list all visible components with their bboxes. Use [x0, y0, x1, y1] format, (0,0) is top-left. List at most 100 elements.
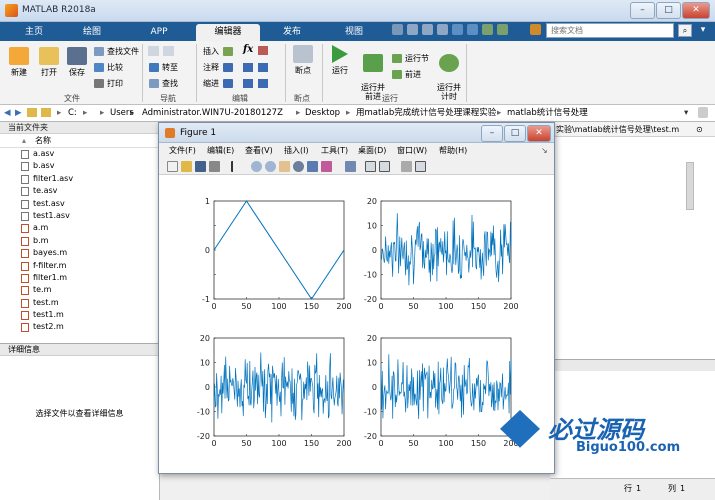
pointer-icon[interactable] — [231, 161, 242, 172]
breakpoints-button[interactable]: 断点 — [290, 45, 316, 76]
file-item[interactable]: te.asv — [0, 185, 159, 197]
file-item[interactable]: test2.m — [0, 321, 159, 333]
figure-close-button[interactable]: ✕ — [527, 125, 551, 142]
open-button[interactable]: 打开 — [36, 47, 62, 78]
comment-button[interactable]: 注释 — [203, 62, 236, 74]
search-folder-icon[interactable] — [698, 107, 708, 118]
percent-icon[interactable] — [243, 63, 253, 72]
decrease-indent-icon[interactable] — [258, 79, 268, 88]
file-item[interactable]: bayes.m — [0, 247, 159, 259]
file-item[interactable]: test.m — [0, 297, 159, 309]
legend-icon[interactable] — [379, 161, 390, 172]
path-segment[interactable]: Administrator.WIN7U-20180127Z — [142, 105, 283, 121]
file-item[interactable]: f-filter.m — [0, 260, 159, 272]
find-files-button[interactable]: 查找文件 — [94, 46, 139, 58]
tab-plots[interactable]: 绘图 — [62, 24, 122, 41]
save-button[interactable]: 保存 — [64, 47, 90, 78]
browse-folder-icon[interactable] — [41, 108, 51, 117]
figure-minimize-button[interactable]: – — [481, 125, 503, 142]
minimize-button[interactable]: – — [630, 2, 655, 19]
show-tools-icon[interactable] — [415, 161, 426, 172]
back-nav-icon[interactable]: ◀ — [4, 105, 11, 121]
insert-button[interactable]: 插入 — [203, 46, 236, 58]
wrap-icon[interactable] — [258, 63, 268, 72]
file-item[interactable]: a.asv — [0, 148, 159, 160]
menu-desktop[interactable]: 桌面(D) — [358, 143, 386, 158]
zoom-out-icon[interactable] — [265, 161, 276, 172]
fx-icon[interactable]: fx — [243, 44, 253, 55]
menu-tools[interactable]: 工具(T) — [321, 143, 348, 158]
redo-icon[interactable] — [467, 24, 478, 35]
file-item[interactable]: test1.asv — [0, 210, 159, 222]
forward-arrow-icon[interactable] — [163, 46, 174, 56]
path-segment[interactable]: 用matlab完成统计信号处理课程实验 — [356, 105, 496, 121]
path-segment[interactable]: Users — [110, 105, 134, 121]
panel-menu-icon[interactable]: ⊙ — [696, 125, 703, 134]
new-button[interactable]: 新建 — [6, 47, 32, 78]
dock-arrow-icon[interactable]: ↘ — [541, 143, 548, 158]
file-item[interactable]: te.m — [0, 284, 159, 296]
menu-file[interactable]: 文件(F) — [169, 143, 196, 158]
file-item[interactable]: filter1.m — [0, 272, 159, 284]
save-quick-icon[interactable] — [392, 24, 403, 35]
brush-icon[interactable] — [321, 161, 332, 172]
paste-icon[interactable] — [437, 24, 448, 35]
help-icon[interactable] — [530, 24, 541, 35]
goto-button[interactable]: 转至 — [149, 62, 178, 74]
open-file-icon[interactable] — [181, 161, 192, 172]
insert-function-icon[interactable] — [258, 46, 268, 55]
run-button[interactable]: 运行 — [328, 45, 352, 76]
path-segment[interactable]: matlab统计信号处理 — [507, 105, 588, 121]
compare-button[interactable]: 比较 — [94, 62, 123, 74]
undo-icon[interactable] — [452, 24, 463, 35]
copy-icon[interactable] — [422, 24, 433, 35]
menu-insert[interactable]: 插入(I) — [284, 143, 309, 158]
advance-button[interactable]: 前进 — [392, 69, 421, 81]
run-time-button[interactable]: 运行并 计时 — [436, 45, 462, 101]
cut-icon[interactable] — [407, 24, 418, 35]
file-item[interactable]: test1.m — [0, 309, 159, 321]
file-item[interactable]: b.asv — [0, 160, 159, 172]
file-item[interactable]: a.m — [0, 222, 159, 234]
figure-maximize-button[interactable]: □ — [504, 125, 526, 142]
zoom-in-icon[interactable] — [251, 161, 262, 172]
maximize-button[interactable]: □ — [656, 2, 681, 19]
path-dropdown-icon[interactable]: ▾ — [684, 105, 688, 121]
indent-button[interactable]: 缩进 — [203, 78, 236, 90]
tab-apps[interactable]: APP — [126, 24, 192, 41]
print-button[interactable]: 打印 — [94, 78, 123, 90]
path-segment[interactable]: Desktop — [305, 105, 340, 121]
menu-edit[interactable]: 编辑(E) — [207, 143, 234, 158]
back-arrow-icon[interactable] — [148, 46, 159, 56]
tab-publish[interactable]: 发布 — [262, 24, 322, 41]
run-section-button[interactable]: 运行节 — [392, 53, 429, 65]
file-item[interactable]: test.asv — [0, 198, 159, 210]
colorbar-icon[interactable] — [365, 161, 376, 172]
pan-icon[interactable] — [279, 161, 290, 172]
data-cursor-icon[interactable] — [307, 161, 318, 172]
rotate-icon[interactable] — [293, 161, 304, 172]
new-figure-icon[interactable] — [167, 161, 178, 172]
file-item[interactable]: filter1.asv — [0, 173, 159, 185]
menu-view[interactable]: 查看(V) — [245, 143, 273, 158]
expand-arrow-icon[interactable]: ▾ — [696, 24, 710, 37]
folder-up-icon[interactable] — [27, 108, 37, 117]
print-figure-icon[interactable] — [209, 161, 220, 172]
menu-help[interactable]: 帮助(H) — [439, 143, 467, 158]
forward-nav-icon[interactable]: ▶ — [15, 105, 22, 121]
menu-window[interactable]: 窗口(W) — [397, 143, 427, 158]
search-icon[interactable]: ⌕ — [678, 24, 692, 37]
column-header[interactable]: ▴ 名称 — [0, 134, 159, 148]
tab-view[interactable]: 视图 — [324, 24, 384, 41]
hide-tools-icon[interactable] — [401, 161, 412, 172]
file-item[interactable]: b.m — [0, 235, 159, 247]
switch-windows-icon[interactable] — [482, 24, 493, 35]
layout-icon[interactable] — [497, 24, 508, 35]
find-button[interactable]: 查找 — [149, 78, 178, 90]
tab-home[interactable]: 主页 — [8, 24, 60, 41]
vertical-scrollbar[interactable] — [686, 162, 694, 210]
close-button[interactable]: ✕ — [682, 2, 710, 19]
search-input[interactable] — [546, 23, 674, 38]
increase-indent-icon[interactable] — [243, 79, 253, 88]
save-figure-icon[interactable] — [195, 161, 206, 172]
